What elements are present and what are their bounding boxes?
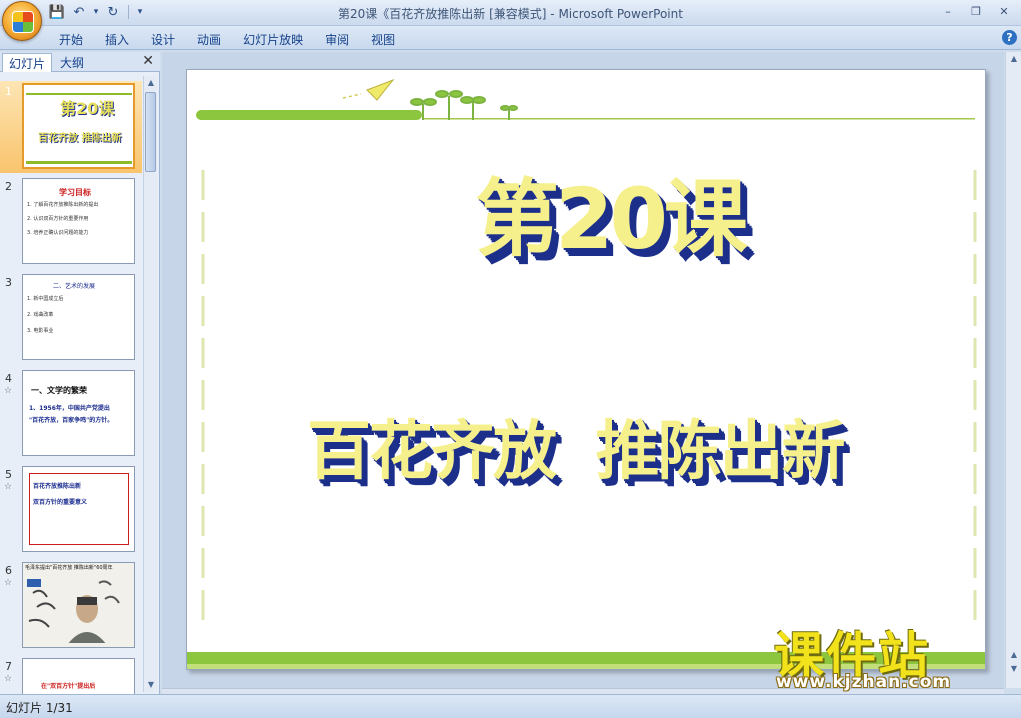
minimize-button[interactable]: – bbox=[935, 2, 961, 20]
slide-preview: 在"双百方针"提出后 bbox=[22, 658, 135, 694]
slide-preview: 毛泽东提出"百花齐放 推陈出新"60周年 bbox=[22, 562, 135, 648]
thumb-line: 3. 培养正确认识问题的能力 bbox=[27, 230, 89, 236]
scroll-up-icon[interactable]: ▲ bbox=[1006, 52, 1021, 66]
slide-thumbnail-2[interactable]: 2 学习目标 1. 了解百花齐放推陈出新的提出 2. 认识双百方针的重要作用 3… bbox=[0, 176, 142, 268]
slide-preview: 百花齐放推陈出新 双百方针的重要意义 bbox=[22, 466, 135, 552]
thumb-line: 2. 认识双百方针的重要作用 bbox=[27, 216, 89, 222]
slide-thumbnail-1[interactable]: 1 第20课 百花齐放 推陈出新 bbox=[0, 81, 142, 173]
animation-star-icon: ☆ bbox=[4, 482, 13, 492]
slide-preview: 一、文学的繁荣 1、1956年，中国共产党提出 "百花齐放，百家争鸣"的方针。 bbox=[22, 370, 135, 456]
thumb-line: 1. 了解百花齐放推陈出新的提出 bbox=[27, 202, 99, 208]
slide-number: 6 bbox=[5, 564, 12, 577]
watermark-url: www.kjzhan.com bbox=[776, 672, 952, 692]
customize-toolbar-icon[interactable]: ▾ bbox=[135, 3, 145, 21]
thumb-subtitle: 百花齐放 推陈出新 bbox=[38, 133, 122, 144]
pane-tabs: 幻灯片 大纲 ✕ bbox=[0, 52, 160, 72]
thumb-title: 学习目标 bbox=[59, 188, 91, 197]
scroll-up-icon[interactable]: ▲ bbox=[144, 76, 158, 90]
thumb-line: 1、1956年，中国共产党提出 bbox=[29, 405, 110, 412]
next-slide-icon[interactable]: ▼ bbox=[1006, 662, 1021, 676]
slide-number: 3 bbox=[5, 276, 12, 289]
maximize-button[interactable]: ❐ bbox=[963, 2, 989, 20]
slide-preview: 学习目标 1. 了解百花齐放推陈出新的提出 2. 认识双百方针的重要作用 3. … bbox=[22, 178, 135, 264]
thumb-line: "百花齐放，百家争鸣"的方针。 bbox=[29, 417, 114, 424]
scroll-down-icon[interactable]: ▼ bbox=[144, 678, 158, 692]
tab-slideshow[interactable]: 幻灯片放映 bbox=[232, 29, 314, 50]
slide-counter: 幻灯片 1/31 bbox=[6, 701, 73, 715]
window-controls: – ❐ ✕ bbox=[935, 2, 1017, 20]
toolbar-separator bbox=[128, 5, 129, 19]
ribbon-tabs: 开始 插入 设计 动画 幻灯片放映 审阅 视图 bbox=[48, 29, 406, 50]
thumb-line: 百花齐放推陈出新 bbox=[33, 483, 82, 490]
tab-animations[interactable]: 动画 bbox=[186, 29, 232, 50]
slide-thumbnail-3[interactable]: 3 二、艺术的发展 1. 新中国成立后 2. 戏曲改革 3. 电影事业 bbox=[0, 272, 142, 364]
portrait-image bbox=[27, 579, 120, 643]
undo-dropdown-icon[interactable]: ▾ bbox=[92, 3, 100, 21]
slide-preview: 二、艺术的发展 1. 新中国成立后 2. 戏曲改革 3. 电影事业 bbox=[22, 274, 135, 360]
slide-preview: 第20课 百花齐放 推陈出新 bbox=[22, 83, 135, 169]
prev-slide-icon[interactable]: ▲ bbox=[1006, 648, 1021, 662]
slide-thumbnail-7[interactable]: 7 ☆ 在"双百方针"提出后 bbox=[0, 656, 142, 694]
slide-number: 4 bbox=[5, 372, 12, 385]
tab-design[interactable]: 设计 bbox=[140, 29, 186, 50]
thumb-title: 第20课 bbox=[60, 99, 115, 118]
tab-insert[interactable]: 插入 bbox=[94, 29, 140, 50]
animation-star-icon: ☆ bbox=[4, 674, 13, 684]
tab-outline[interactable]: 大纲 bbox=[54, 53, 90, 72]
tab-view[interactable]: 视图 bbox=[360, 29, 406, 50]
slide-thumbnail-6[interactable]: 6 ☆ 毛泽东提出"百花齐放 推陈出新"60周年 bbox=[0, 560, 142, 652]
thumb-line: 3. 电影事业 bbox=[27, 328, 54, 334]
thumbnail-scrollbar[interactable]: ▲ ▼ bbox=[143, 76, 157, 692]
status-bar: 幻灯片 1/31 bbox=[0, 694, 1021, 718]
slide-thumbnail-5[interactable]: 5 ☆ 百花齐放推陈出新 双百方针的重要意义 bbox=[0, 464, 142, 556]
thumb-line: 1. 新中国成立后 bbox=[27, 296, 64, 302]
title-bar: 第20课《百花齐放推陈出新 [兼容模式] - Microsoft PowerPo… bbox=[0, 0, 1021, 26]
thumb-title: 二、艺术的发展 bbox=[53, 283, 96, 290]
slide-number: 5 bbox=[5, 468, 12, 481]
slide-thumbnail-4[interactable]: 4 ☆ 一、文学的繁荣 1、1956年，中国共产党提出 "百花齐放，百家争鸣"的… bbox=[0, 368, 142, 460]
close-button[interactable]: ✕ bbox=[991, 2, 1017, 20]
slides-pane: 幻灯片 大纲 ✕ 1 第20课 百花齐放 推陈出新 2 学习目标 1. 了解百花… bbox=[0, 52, 160, 694]
help-icon[interactable]: ? bbox=[1002, 30, 1017, 45]
tab-slides[interactable]: 幻灯片 bbox=[2, 53, 53, 72]
thumb-line: 双百方针的重要意义 bbox=[33, 499, 88, 506]
thumb-title: 一、文学的繁荣 bbox=[31, 386, 87, 395]
slide-title[interactable]: 第20课 bbox=[475, 152, 748, 273]
tab-review[interactable]: 审阅 bbox=[314, 29, 360, 50]
animation-star-icon: ☆ bbox=[4, 386, 13, 396]
redo-icon[interactable]: ↻ bbox=[104, 3, 122, 21]
office-logo-icon bbox=[12, 11, 34, 33]
animation-star-icon: ☆ bbox=[4, 578, 13, 588]
thumb-title: 在"双百方针"提出后 bbox=[41, 683, 96, 690]
quick-access-toolbar: 💾 ↶ ▾ ↻ ▾ bbox=[48, 3, 145, 21]
ribbon: 开始 插入 设计 动画 幻灯片放映 审阅 视图 ? bbox=[0, 26, 1021, 50]
slide-number: 1 bbox=[5, 85, 12, 98]
tab-home[interactable]: 开始 bbox=[48, 29, 94, 50]
undo-icon[interactable]: ↶ bbox=[70, 3, 88, 21]
slide-subtitle[interactable]: 百花齐放 推陈出新 bbox=[307, 400, 846, 492]
scroll-thumb[interactable] bbox=[145, 92, 156, 172]
slide-number: 2 bbox=[5, 180, 12, 193]
window-title: 第20课《百花齐放推陈出新 [兼容模式] - Microsoft PowerPo… bbox=[338, 7, 683, 21]
office-button[interactable] bbox=[2, 1, 42, 41]
slide-number: 7 bbox=[5, 660, 12, 673]
thumb-line: 2. 戏曲改革 bbox=[27, 312, 54, 318]
watermark-logo: 课件站 www.kjzhan.com bbox=[768, 616, 1004, 696]
close-pane-icon[interactable]: ✕ bbox=[142, 53, 154, 69]
editor-scrollbar[interactable]: ▲ ▲ ▼ bbox=[1005, 52, 1021, 688]
current-slide[interactable]: 第20课 百花齐放 推陈出新 bbox=[186, 69, 986, 670]
save-icon[interactable]: 💾 bbox=[48, 3, 66, 21]
slide-editor: 第20课 百花齐放 推陈出新 bbox=[162, 52, 1004, 688]
slide-thumbnail-list: 1 第20课 百花齐放 推陈出新 2 学习目标 1. 了解百花齐放推陈出新的提出… bbox=[0, 76, 142, 694]
